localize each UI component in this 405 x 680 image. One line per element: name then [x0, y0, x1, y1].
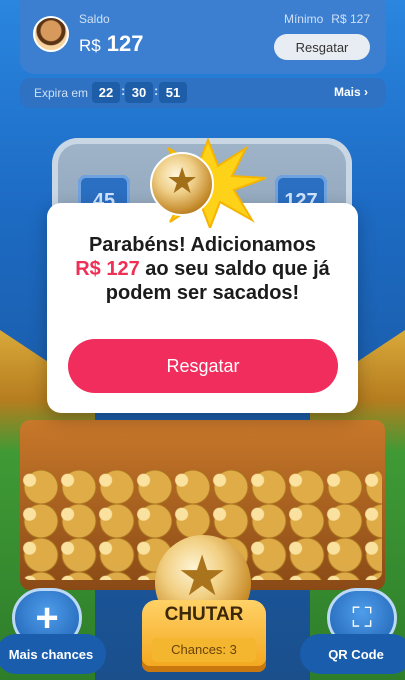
avatar — [33, 16, 69, 52]
modal-line-1: Parabéns! Adicionamos — [88, 234, 317, 256]
balance-card: Saldo R$ 127 Mínimo R$ 127 Resgatar — [20, 0, 386, 74]
more-link[interactable]: Mais › — [334, 85, 368, 99]
modal-line-3: podem ser sacados! — [105, 282, 300, 304]
expiry-bar: Expira em 22 : 30 : 51 Mais › — [20, 78, 386, 108]
timer-minutes: 30 — [125, 82, 153, 103]
redeem-button[interactable]: Resgatar — [274, 34, 370, 60]
timer-hours: 22 — [92, 82, 120, 103]
qr-code-button[interactable]: QR Code — [300, 634, 405, 674]
modal-soccer-ball-icon — [150, 152, 214, 216]
balance-currency: R$ — [79, 36, 101, 55]
modal-redeem-button[interactable]: Resgatar — [68, 339, 338, 393]
balance-value: 127 — [106, 31, 144, 56]
minimum-value: R$ 127 — [331, 12, 370, 26]
balance-amount: R$ 127 — [79, 31, 143, 57]
balance-label: Saldo — [79, 12, 110, 26]
expiry-label: Expira em — [34, 86, 89, 100]
minimum-withdrawal: Mínimo R$ 127 — [284, 12, 370, 26]
modal-amount: R$ 127 — [75, 258, 140, 280]
timer-separator: : — [154, 83, 159, 98]
modal-message: Parabéns! Adicionamos R$ 127 ao seu sald… — [57, 233, 348, 305]
kick-label: CHUTAR — [164, 604, 244, 625]
minimum-label: Mínimo — [283, 12, 324, 26]
timer-seconds: 51 — [159, 82, 187, 103]
kick-button[interactable]: CHUTAR Chances: 3 — [142, 600, 266, 672]
chances-counter: Chances: 3 — [152, 638, 256, 662]
modal-line-2-rest: ao seu saldo que já — [139, 258, 330, 280]
reward-modal: Parabéns! Adicionamos R$ 127 ao seu sald… — [47, 203, 358, 413]
modal-line-2: R$ 127 ao seu saldo que já — [57, 257, 348, 281]
more-chances-button[interactable]: Mais chances — [0, 634, 106, 674]
